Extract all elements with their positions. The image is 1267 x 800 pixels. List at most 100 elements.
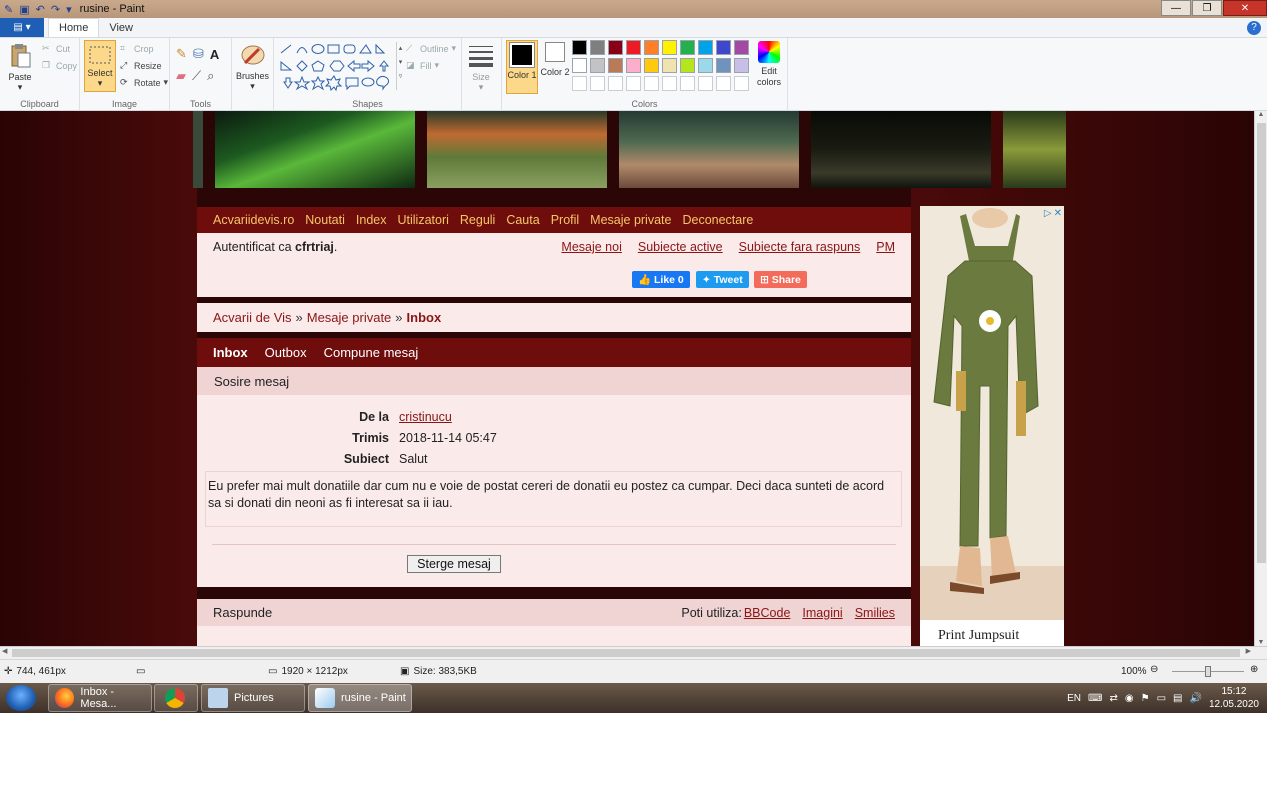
palette-swatch[interactable] [572,76,587,91]
facebook-like-button[interactable]: 👍 Like 0 [632,271,690,288]
link-subiecte-active[interactable]: Subiecte active [638,240,723,254]
zoom-out-button[interactable]: ⊖ [1150,664,1158,675]
palette-swatch[interactable] [680,76,695,91]
nav-utilizatori[interactable]: Utilizatori [397,213,448,227]
horizontal-scroll-thumb[interactable] [12,649,1240,657]
share-button[interactable]: ⊞ Share [754,271,807,288]
horizontal-scrollbar[interactable]: ◀ ▶ [0,646,1267,659]
nav-index[interactable]: Index [356,213,387,227]
start-button[interactable] [6,685,36,711]
clock[interactable]: 15:12 12.05.2020 [1209,685,1259,711]
palette-swatch[interactable] [734,40,749,55]
palette-swatch[interactable] [644,76,659,91]
palette-swatch[interactable] [644,40,659,55]
palette-swatch[interactable] [590,76,605,91]
color2-button[interactable]: Color 2 [540,42,570,78]
crop-button[interactable]: ⌗ Crop [120,43,154,54]
task-firefox[interactable]: Inbox - Mesa... [48,684,152,712]
palette-swatch[interactable] [644,58,659,73]
color-picker-icon[interactable]: ⟋ [192,68,201,84]
tab-compune-mesaj[interactable]: Compune mesaj [324,345,419,360]
nav-profil[interactable]: Profil [551,213,579,227]
palette-swatch[interactable] [716,76,731,91]
palette-swatch[interactable] [662,76,677,91]
maximize-button[interactable]: ❐ [1192,0,1222,16]
link-mesaje-noi[interactable]: Mesaje noi [561,240,621,254]
drawing-canvas[interactable]: Acvariidevis.ro Noutati Index Utilizator… [0,111,1254,646]
file-menu-button[interactable]: ▤ ▾ [0,18,44,37]
redo-icon[interactable]: ↷ [51,3,60,16]
chrome-tray-icon[interactable]: ◉ [1125,693,1134,704]
network-icon[interactable]: ▤ [1173,693,1182,704]
palette-swatch[interactable] [716,40,731,55]
rotate-button[interactable]: ⟳ Rotate ▾ [120,77,168,88]
scroll-up-icon[interactable]: ▲ [1255,111,1267,118]
palette-swatch[interactable] [572,40,587,55]
palette-swatch[interactable] [662,58,677,73]
task-paint[interactable]: rusine - Paint [308,684,412,712]
tab-home[interactable]: Home [48,18,100,37]
vertical-scrollbar[interactable]: ▲ ▼ [1254,111,1267,646]
link-smilies[interactable]: Smilies [855,606,895,620]
copy-button[interactable]: ❐ Copy [42,60,77,71]
palette-swatch[interactable] [626,40,641,55]
select-button[interactable]: Select ▾ [84,40,116,92]
advertisement[interactable]: ▷ ✕ Print Jumpsuit [920,206,1064,646]
palette-swatch[interactable] [572,58,587,73]
color1-button[interactable]: Color 1 [506,40,538,94]
palette-swatch[interactable] [716,58,731,73]
eraser-icon[interactable]: ▰ [176,68,186,84]
volume-icon[interactable]: 🔊 [1189,693,1201,704]
action-center-icon[interactable]: ⚑ [1141,693,1150,704]
fill-button[interactable]: ◪ Fill ▾ [406,60,439,71]
monitor-icon[interactable]: ▭ [1157,693,1166,704]
tweet-button[interactable]: ✦ Tweet [696,271,749,288]
zoom-in-button[interactable]: ⊕ [1250,664,1258,675]
nav-cauta[interactable]: Cauta [506,213,539,227]
shapes-gallery[interactable] [278,42,396,92]
edit-colors-button[interactable]: Edit colors [752,41,786,88]
keyboard-icon[interactable]: ⌨ [1088,693,1102,704]
vertical-scroll-thumb[interactable] [1257,123,1266,563]
tab-outbox[interactable]: Outbox [265,345,307,360]
ad-close-icon[interactable]: ✕ [1054,208,1062,219]
task-pictures[interactable]: Pictures [201,684,305,712]
language-indicator[interactable]: EN [1067,693,1081,704]
palette-swatch[interactable] [608,58,623,73]
palette-swatch[interactable] [590,40,605,55]
palette-swatch[interactable] [662,40,677,55]
palette-swatch[interactable] [590,58,605,73]
breadcrumb-pm[interactable]: Mesaje private [307,310,392,325]
save-icon[interactable]: ▣ [19,3,29,16]
palette-swatch[interactable] [698,76,713,91]
palette-swatch[interactable] [734,76,749,91]
scroll-right-icon[interactable]: ▶ [1246,647,1251,655]
link-pm[interactable]: PM [876,240,895,254]
nav-reguli[interactable]: Reguli [460,213,495,227]
text-icon[interactable]: A [210,47,219,62]
cut-button[interactable]: ✂ Cut [42,43,70,54]
tab-view[interactable]: View [99,19,143,37]
link-imagini[interactable]: Imagini [802,606,842,620]
tab-inbox[interactable]: Inbox [213,345,248,360]
brushes-button[interactable]: Brushes ▾ [236,41,269,92]
minimize-button[interactable]: — [1161,0,1191,16]
nav-deconectare[interactable]: Deconectare [682,213,753,227]
teamviewer-icon[interactable]: ⇄ [1109,693,1117,704]
customize-qa-icon[interactable]: ▾ [66,3,72,16]
scroll-down-icon[interactable]: ▼ [1255,639,1267,646]
palette-swatch[interactable] [680,58,695,73]
palette-swatch[interactable] [608,40,623,55]
palette-swatch[interactable] [698,40,713,55]
size-button[interactable]: Size ▾ [467,42,495,93]
breadcrumb-home[interactable]: Acvarii de Vis [213,310,292,325]
palette-swatch[interactable] [680,40,695,55]
palette-swatch[interactable] [626,58,641,73]
task-chrome[interactable] [154,684,198,712]
nav-mesaje-private[interactable]: Mesaje private [590,213,671,227]
adchoices-icon[interactable]: ▷ [1044,208,1052,219]
magnifier-icon[interactable]: ⌕ [207,68,214,84]
palette-swatch[interactable] [698,58,713,73]
nav-home[interactable]: Acvariidevis.ro [213,213,294,227]
fill-bucket-icon[interactable]: ⛁ [193,46,204,62]
